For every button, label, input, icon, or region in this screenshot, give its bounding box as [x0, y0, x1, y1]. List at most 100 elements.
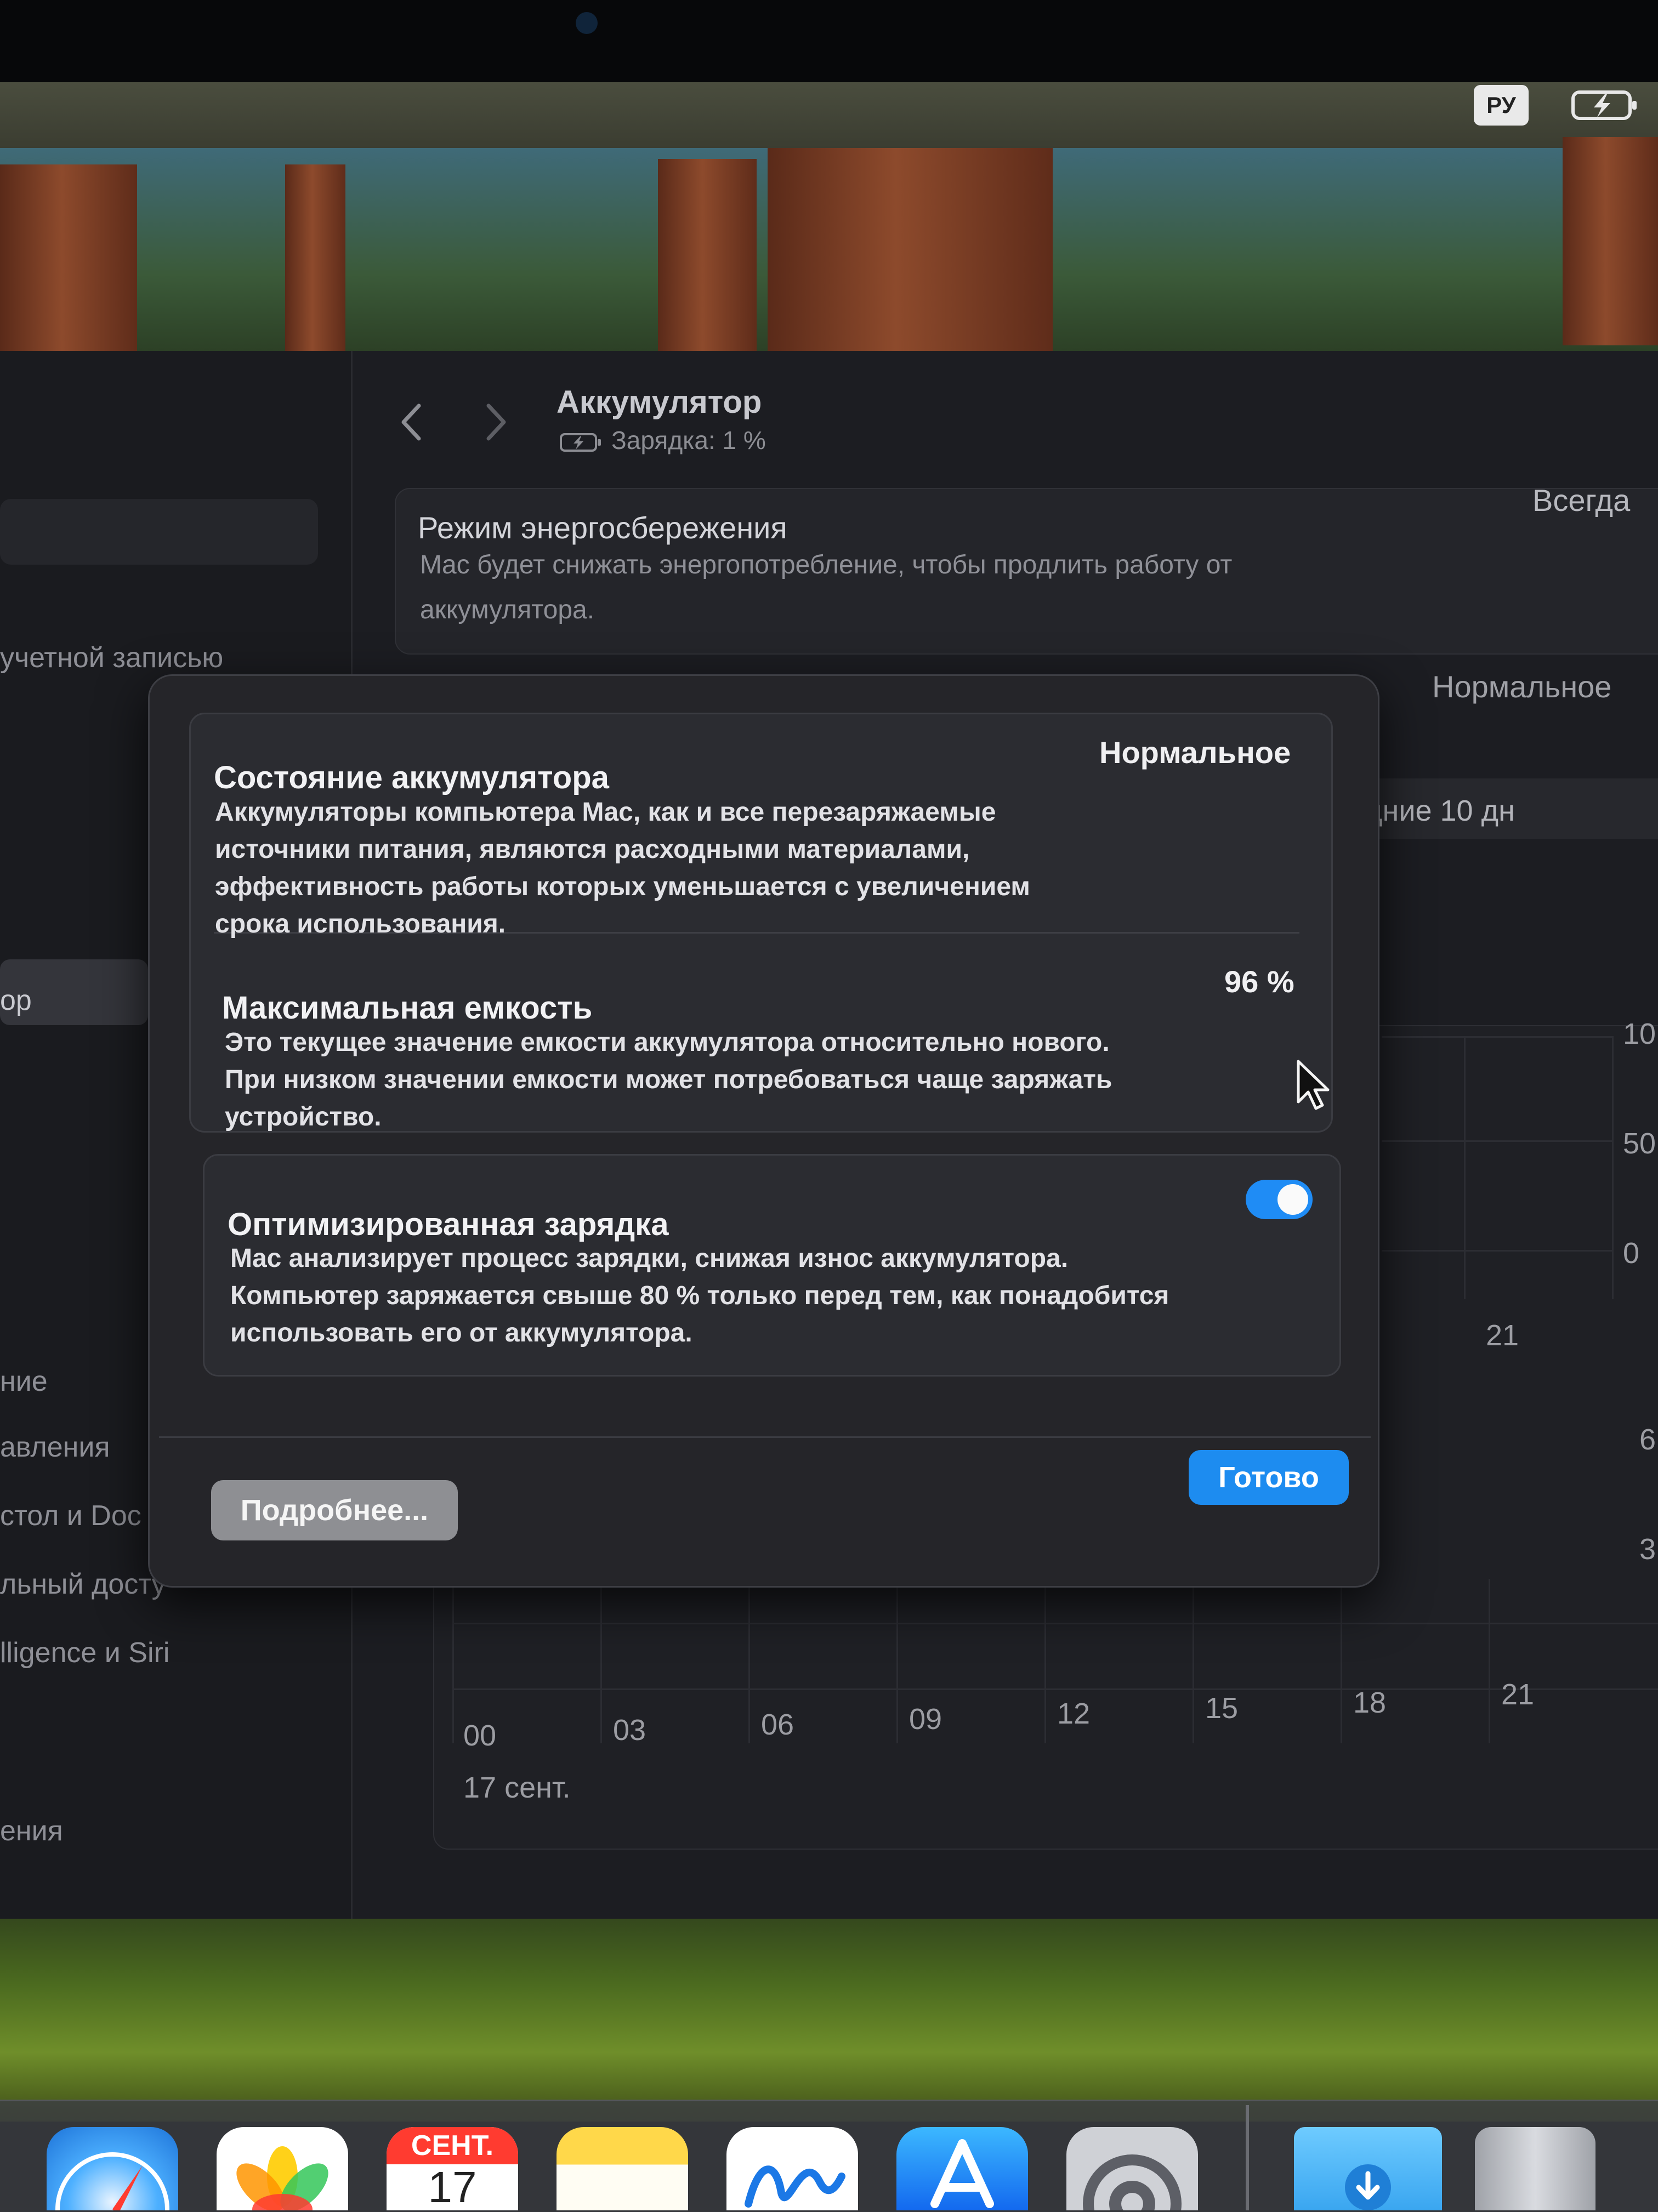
chart-x-tick: 00 — [463, 1719, 497, 1752]
calendar-icon[interactable]: СЕНТ. 17 — [387, 2127, 518, 2210]
grid-line — [748, 1579, 750, 1743]
low-power-description: Mac будет снижать энергопотребление, что… — [420, 550, 1233, 624]
tree-trunk — [768, 148, 1053, 356]
chart-y-tick: 0 — [1623, 1237, 1640, 1270]
input-language-indicator[interactable]: РУ — [1474, 85, 1529, 126]
chart-y-tick: 3 — [1639, 1533, 1656, 1566]
trash-icon[interactable] — [1475, 2127, 1595, 2210]
tree-trunk — [658, 159, 757, 362]
more-info-button[interactable]: Подробнее... — [211, 1480, 458, 1540]
battery-health-title: Состояние аккумулятора — [214, 760, 609, 795]
grid-line — [1341, 1579, 1342, 1743]
grid-line — [1193, 1579, 1194, 1743]
description-line: Mac анализирует процесс зарядки, снижая … — [230, 1244, 1069, 1273]
max-capacity-title: Максимальная емкость — [222, 990, 593, 1026]
photos-icon[interactable] — [217, 2127, 348, 2210]
description-line: При низком значении емкости может потреб… — [225, 1065, 1112, 1094]
optimized-charging-toggle[interactable] — [1246, 1180, 1313, 1219]
calendar-month: СЕНТ. — [387, 2127, 518, 2164]
forward-arrow-icon[interactable] — [480, 400, 513, 444]
screen-bezel — [0, 0, 1658, 82]
description-line: срока использования. — [215, 909, 506, 939]
grid-line — [1382, 1140, 1612, 1142]
description-line: эффективность работы которых уменьшается… — [215, 872, 1030, 901]
chart-x-tick: 21 — [1501, 1678, 1535, 1711]
description-line: использовать его от аккумулятора. — [230, 1318, 692, 1347]
chart-y-tick: 6 — [1639, 1423, 1656, 1456]
battery-charging-icon[interactable] — [1571, 88, 1639, 123]
freeform-icon[interactable] — [726, 2127, 858, 2210]
chart-y-tick: 50 — [1623, 1127, 1656, 1160]
max-capacity-description: Это текущее значение емкости аккумулятор… — [225, 1024, 1190, 1136]
description-line: Компьютер заряжается свыше 80 % только п… — [230, 1281, 1169, 1310]
battery-health-description: Аккумуляторы компьютера Mac, как и все п… — [215, 794, 1125, 943]
grid-line — [1382, 1250, 1612, 1252]
app-store-a-icon — [930, 2139, 994, 2208]
chart-x-tick: 18 — [1353, 1686, 1387, 1719]
grid-line — [1044, 1579, 1046, 1743]
grid-line — [452, 1623, 1658, 1624]
battery-icon — [560, 433, 601, 452]
battery-health-status: Нормальное — [1432, 669, 1612, 704]
sidebar-item[interactable]: lligence и Siri — [0, 1636, 169, 1669]
description-line: устройство. — [225, 1102, 382, 1131]
chart-x-tick: 03 — [613, 1714, 646, 1747]
notes-icon[interactable] — [557, 2127, 688, 2210]
grid-line — [1612, 1036, 1614, 1299]
grid-line — [452, 1688, 1658, 1690]
sidebar-search-field[interactable] — [0, 499, 318, 565]
sidebar-item[interactable]: авления — [0, 1431, 110, 1464]
low-power-title: Режим энергосбережения — [418, 510, 787, 545]
compass-icon — [55, 2152, 169, 2210]
system-settings-icon[interactable] — [1066, 2127, 1198, 2210]
sidebar-item[interactable]: ения — [0, 1815, 63, 1847]
back-arrow-icon[interactable] — [395, 400, 428, 444]
battery-health-value: Нормальное — [1099, 735, 1291, 770]
dock-separator — [1246, 2105, 1249, 2210]
menu-bar — [0, 82, 1658, 148]
description-line: источники питания, являются расходными м… — [215, 835, 970, 864]
grid-line — [1382, 1036, 1612, 1038]
grid-line — [1489, 1579, 1490, 1743]
calendar-day: 17 — [428, 2163, 477, 2210]
tree-trunk — [1563, 137, 1658, 345]
sidebar-item-battery[interactable]: ор — [0, 984, 32, 1017]
tree-trunk — [285, 164, 345, 367]
sidebar-item-account[interactable]: учетной записью — [0, 641, 223, 674]
camera-icon — [576, 12, 598, 34]
safari-icon[interactable] — [47, 2127, 178, 2210]
grid-line — [896, 1579, 898, 1743]
sidebar-item[interactable]: стол и Doc — [0, 1499, 141, 1532]
window-title: Аккумулятор — [557, 384, 762, 420]
tree-trunk — [0, 164, 137, 373]
max-capacity-value: 96 % — [1224, 964, 1294, 999]
chart-y-tick: 10 — [1623, 1017, 1656, 1050]
grid-line — [600, 1579, 602, 1743]
flower-icon — [236, 2146, 328, 2210]
squiggle-icon — [745, 2165, 845, 2208]
gear-icon — [1083, 2154, 1182, 2210]
optimized-charging-description: Mac анализирует процесс зарядки, снижая … — [230, 1240, 1261, 1352]
download-arrow-icon — [1345, 2164, 1391, 2210]
sidebar-item[interactable]: льный досту — [0, 1568, 166, 1601]
period-label: дние 10 дн — [1365, 794, 1515, 827]
description-line: Это текущее значение емкости аккумулятор… — [225, 1028, 1110, 1057]
chart-x-tick: 09 — [909, 1703, 942, 1736]
chart-x-tick: 15 — [1205, 1692, 1239, 1725]
description-line: Аккумуляторы компьютера Mac, как и все п… — [215, 798, 996, 827]
grid-line — [1464, 1036, 1466, 1299]
app-store-icon[interactable] — [896, 2127, 1028, 2210]
sidebar-item[interactable]: ние — [0, 1365, 48, 1398]
chart-x-tick: 06 — [761, 1708, 794, 1741]
done-button[interactable]: Готово — [1189, 1450, 1349, 1505]
toggle-knob — [1277, 1184, 1308, 1215]
wallpaper-bottom — [0, 1891, 1658, 2122]
downloads-folder-icon[interactable] — [1294, 2127, 1442, 2210]
footer-separator — [159, 1436, 1371, 1438]
chart-date-label: 17 сент. — [463, 1771, 571, 1804]
optimized-charging-title: Оптимизированная зарядка — [228, 1207, 669, 1242]
chart-upper-x-tick: 21 — [1486, 1319, 1519, 1352]
low-power-select[interactable]: Всегда — [1532, 482, 1630, 518]
grid-line — [452, 1579, 454, 1743]
mouse-cursor-icon — [1297, 1060, 1330, 1110]
